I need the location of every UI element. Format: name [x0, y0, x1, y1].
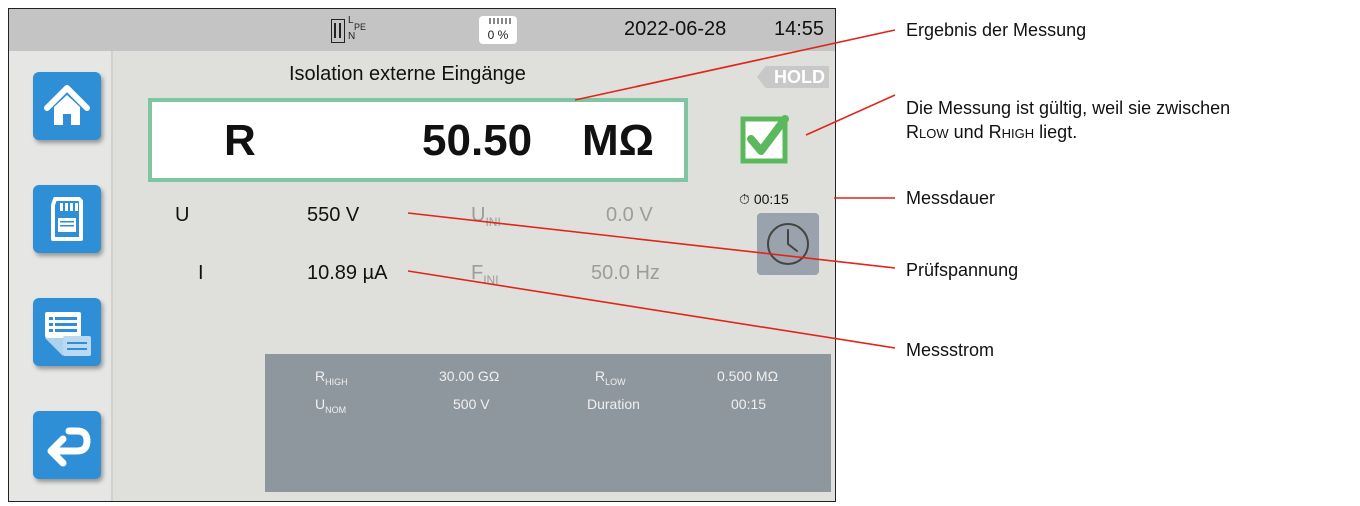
annotation-current: Messstrom — [906, 340, 995, 360]
annotation-voltage: Prüfspannung — [906, 260, 1019, 280]
annotation-duration: Messdauer — [906, 188, 996, 208]
valid-pointer-line — [805, 94, 896, 136]
annotation-result: Ergebnis der Messung — [906, 20, 1087, 40]
result-pointer-line — [574, 29, 896, 101]
voltage-pointer-line — [407, 212, 896, 269]
annotation-lines — [407, 29, 896, 349]
annotation-valid: Die Messung ist gültig, weil sie zwische… — [906, 98, 1231, 142]
current-pointer-line — [407, 270, 896, 349]
